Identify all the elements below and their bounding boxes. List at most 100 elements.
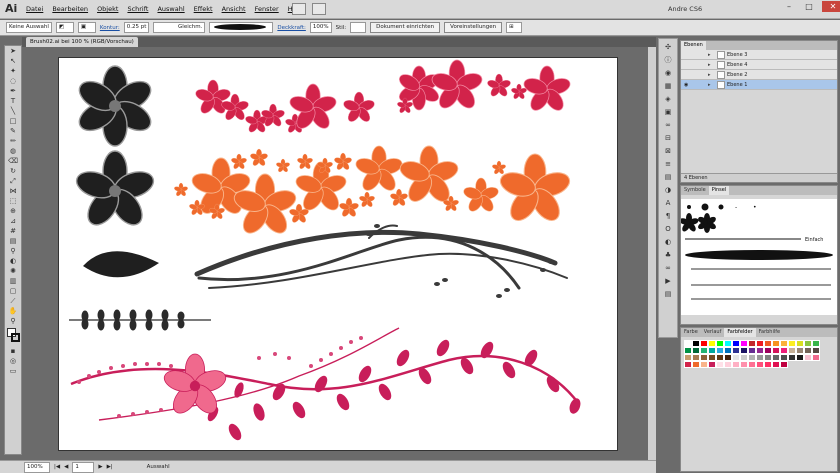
appearance-icon[interactable]: ◉ [661, 69, 675, 78]
color-swatch[interactable] [756, 361, 764, 368]
red-flower-row[interactable] [193, 59, 573, 135]
color-swatch[interactable] [764, 340, 772, 347]
symbols-panel-icon[interactable]: ♣ [661, 251, 675, 260]
menu-auswahl[interactable]: Auswahl [157, 5, 184, 13]
document-tab[interactable]: Brush02.ai bei 100 % (RGB/Vorschau) [26, 37, 138, 47]
lasso-icon[interactable]: ◌ [6, 76, 20, 86]
menu-fenster[interactable]: Fenster [255, 5, 279, 13]
leaf-branch-small[interactable] [69, 309, 211, 331]
pasteboard[interactable] [22, 47, 656, 460]
color-swatch[interactable] [732, 361, 740, 368]
menu-datei[interactable]: Datei [26, 5, 43, 13]
stroke-style-dropdown[interactable]: Gleichm. [153, 22, 206, 33]
color-swatch[interactable] [812, 354, 820, 361]
color-swatch[interactable] [748, 340, 756, 347]
pen-tool-icon[interactable]: ✒ [6, 86, 20, 96]
symbol-sprayer-icon[interactable]: ✺ [6, 266, 20, 276]
color-guide-icon[interactable]: ◐ [661, 238, 675, 247]
gradient-panel-icon[interactable]: ▤ [661, 173, 675, 182]
color-swatch[interactable] [740, 347, 748, 354]
eraser-tool-icon[interactable]: ⌫ [6, 156, 20, 166]
color-swatch[interactable] [716, 347, 724, 354]
type-tool-icon[interactable]: T [6, 96, 20, 106]
black-flower-1[interactable] [73, 65, 157, 147]
artboard[interactable] [58, 57, 618, 451]
color-swatch[interactable] [812, 340, 820, 347]
color-swatch[interactable] [772, 361, 780, 368]
tab-swatches[interactable]: Farbfelder [724, 328, 756, 337]
tab-color-guide[interactable]: Farbhilfe [756, 328, 784, 337]
color-swatch[interactable] [692, 347, 700, 354]
fill-swatch[interactable]: ◩ [55, 22, 74, 33]
color-swatch[interactable] [796, 340, 804, 347]
prev-artboard-icon[interactable]: ◀ [64, 464, 68, 470]
transform-icon[interactable]: ⊠ [661, 147, 675, 156]
color-swatch[interactable] [692, 340, 700, 347]
color-swatch[interactable] [684, 347, 692, 354]
minimize-button[interactable]: – [782, 1, 796, 12]
menu-ansicht[interactable]: Ansicht [222, 5, 246, 13]
menu-objekt[interactable]: Objekt [97, 5, 118, 13]
tab-layers[interactable]: Ebenen [681, 41, 706, 50]
paintbrush-tool-icon[interactable]: ✎ [6, 126, 20, 136]
color-swatch[interactable] [772, 354, 780, 361]
navigator-icon[interactable]: ✣ [661, 43, 675, 52]
zoom-tool-icon[interactable]: ⚲ [6, 316, 20, 326]
color-swatch[interactable] [788, 354, 796, 361]
color-swatch[interactable] [764, 347, 772, 354]
dark-swirl[interactable] [194, 224, 568, 290]
draw-mode-icon[interactable]: ◎ [6, 356, 20, 366]
screen-mode-icon[interactable]: ▭ [6, 366, 20, 376]
menu-schrift[interactable]: Schrift [127, 5, 148, 13]
color-swatch[interactable] [724, 347, 732, 354]
first-artboard-icon[interactable]: |◀ [54, 464, 60, 470]
stroke-label[interactable]: Kontur: [100, 25, 120, 31]
gradient-tool-icon[interactable]: ▤ [6, 236, 20, 246]
color-swatch[interactable] [788, 340, 796, 347]
magic-wand-icon[interactable]: ✦ [6, 66, 20, 76]
color-swatch[interactable] [804, 340, 812, 347]
vertical-scrollbar[interactable] [648, 47, 656, 460]
workspace-label[interactable]: Andre CS6 [668, 5, 702, 13]
stroke-panel-icon[interactable]: ≡ [661, 160, 675, 169]
color-swatch[interactable] [684, 361, 692, 368]
color-swatch[interactable] [700, 347, 708, 354]
color-swatch[interactable] [732, 340, 740, 347]
preferences-button[interactable]: Voreinstellungen [444, 22, 503, 33]
color-swatch[interactable] [684, 354, 692, 361]
black-leaf[interactable] [83, 251, 159, 278]
bridge-icon[interactable] [292, 3, 306, 15]
tab-gradient[interactable]: Verlauf [701, 328, 725, 337]
layer-row[interactable]: ▸ Ebene 4 [681, 60, 837, 70]
color-swatch[interactable] [756, 347, 764, 354]
pencil-tool-icon[interactable]: ✏ [6, 136, 20, 146]
arrange-icon[interactable]: ⊞ [506, 22, 523, 33]
menu-bearbeiten[interactable]: Bearbeiten [52, 5, 88, 13]
hand-tool-icon[interactable]: ✋ [6, 306, 20, 316]
color-swatch[interactable] [684, 340, 692, 347]
mesh-tool-icon[interactable]: # [6, 226, 20, 236]
rectangle-tool-icon[interactable]: □ [6, 116, 20, 126]
color-swatch[interactable] [732, 347, 740, 354]
direct-selection-tool-icon[interactable]: ↖ [6, 56, 20, 66]
color-swatch[interactable] [708, 354, 716, 361]
color-swatch[interactable] [756, 340, 764, 347]
blob-brush-icon[interactable]: ◍ [6, 146, 20, 156]
artboard-tool-icon[interactable]: ▢ [6, 286, 20, 296]
color-swatch[interactable] [716, 354, 724, 361]
slice-tool-icon[interactable]: ⟋ [6, 296, 20, 306]
status-mode[interactable]: Auswahl [147, 464, 170, 470]
tab-brushes[interactable]: Pinsel [708, 186, 730, 195]
color-swatch[interactable] [700, 361, 708, 368]
color-swatch[interactable] [756, 354, 764, 361]
perspective-grid-icon[interactable]: ⊿ [6, 216, 20, 226]
color-swatch[interactable] [700, 354, 708, 361]
color-swatch[interactable] [692, 361, 700, 368]
stroke-swatch[interactable]: ▣ [77, 22, 96, 33]
zoom-field[interactable]: 100% [24, 461, 50, 473]
color-swatch[interactable] [772, 340, 780, 347]
next-artboard-icon[interactable]: ▶ [98, 464, 102, 470]
layer-row[interactable]: ▸ Ebene 3 [681, 50, 837, 60]
color-swatch[interactable] [788, 347, 796, 354]
color-swatch[interactable] [700, 340, 708, 347]
